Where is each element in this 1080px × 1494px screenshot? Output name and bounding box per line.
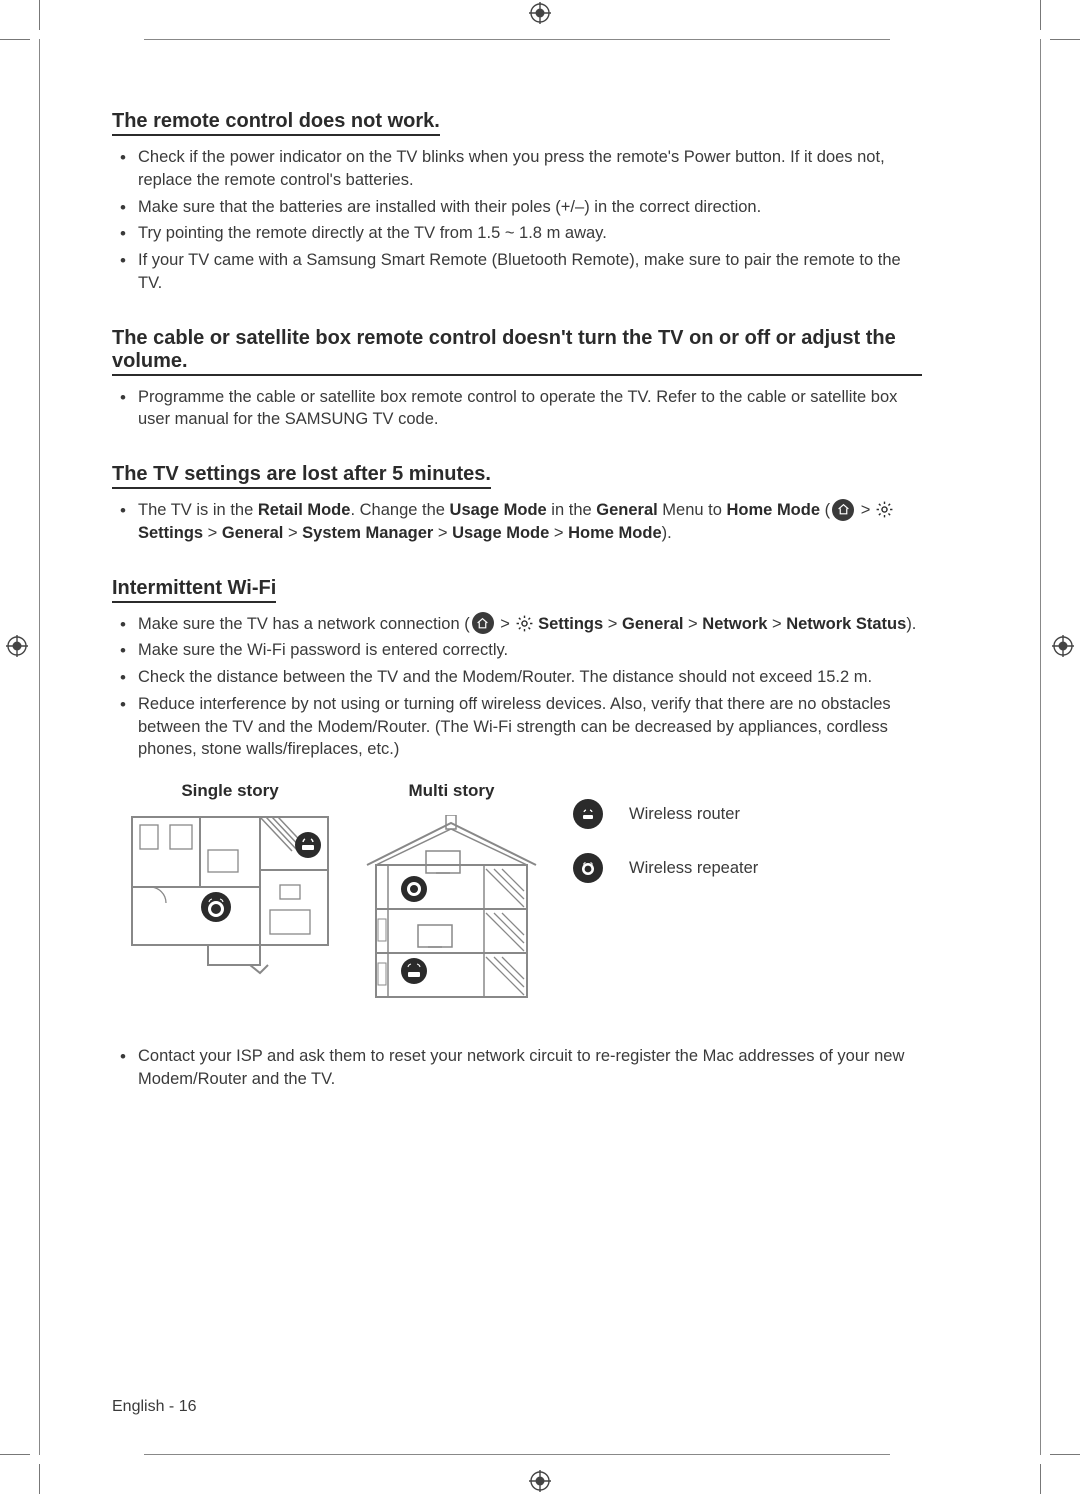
diagram-title: Single story bbox=[181, 781, 278, 801]
frame-line bbox=[1040, 39, 1041, 1455]
registration-mark-icon bbox=[6, 635, 28, 657]
section-wifi: Intermittent Wi-Fi Make sure the TV has … bbox=[112, 577, 922, 1091]
registration-mark-icon bbox=[529, 2, 551, 24]
list-item: Reduce interference by not using or turn… bbox=[138, 693, 922, 761]
heading-cable: The cable or satellite box remote contro… bbox=[112, 327, 922, 376]
text: > bbox=[433, 524, 452, 542]
list-item: Check if the power indicator on the TV b… bbox=[138, 146, 922, 192]
page-footer: English - 16 bbox=[112, 1398, 197, 1416]
home-icon bbox=[832, 499, 854, 521]
heading-wifi: Intermittent Wi-Fi bbox=[112, 577, 276, 603]
legend-label: Wireless router bbox=[629, 805, 740, 824]
text: . Change the bbox=[350, 501, 449, 519]
legend-label: Wireless repeater bbox=[629, 859, 758, 878]
heading-remote: The remote control does not work. bbox=[112, 110, 440, 136]
text-bold: Retail Mode bbox=[258, 501, 351, 519]
frame-line bbox=[144, 1454, 890, 1455]
crop-mark bbox=[0, 1454, 30, 1455]
text-bold: Settings bbox=[138, 524, 203, 542]
list-item: Try pointing the remote directly at the … bbox=[138, 222, 922, 245]
text: > bbox=[683, 615, 702, 633]
list-item: Make sure the Wi-Fi password is entered … bbox=[138, 639, 922, 662]
house-icon bbox=[364, 815, 539, 1005]
router-icon bbox=[573, 799, 603, 829]
text-bold: Network bbox=[702, 615, 767, 633]
text: > bbox=[203, 524, 222, 542]
crop-mark bbox=[39, 0, 40, 30]
frame-line bbox=[39, 39, 40, 1455]
text: > bbox=[767, 615, 786, 633]
text: The TV is in the bbox=[138, 501, 258, 519]
text: > bbox=[496, 615, 515, 633]
text-bold: General bbox=[222, 524, 283, 542]
diagram-row: Single story bbox=[112, 781, 922, 1005]
text: in the bbox=[547, 501, 597, 519]
text-bold: General bbox=[622, 615, 683, 633]
list-item: If your TV came with a Samsung Smart Rem… bbox=[138, 249, 922, 295]
section-remote: The remote control does not work. Check … bbox=[112, 110, 922, 295]
crop-mark bbox=[39, 1464, 40, 1494]
text-bold: Usage Mode bbox=[450, 501, 547, 519]
floorplan-icon bbox=[130, 815, 330, 975]
text: ). bbox=[906, 615, 916, 633]
text: ). bbox=[662, 524, 672, 542]
text-bold: Network Status bbox=[786, 615, 906, 633]
crop-mark bbox=[1040, 0, 1041, 30]
crop-mark bbox=[1050, 1454, 1080, 1455]
registration-mark-icon bbox=[1052, 635, 1074, 657]
list-item: Make sure the TV has a network connectio… bbox=[138, 613, 922, 636]
text: Make sure the TV has a network connectio… bbox=[138, 615, 470, 633]
list-item: Check the distance between the TV and th… bbox=[138, 666, 922, 689]
list-item: Make sure that the batteries are install… bbox=[138, 196, 922, 219]
legend: Wireless router Wireless repeater bbox=[573, 799, 758, 883]
section-tvsettings: The TV settings are lost after 5 minutes… bbox=[112, 463, 922, 545]
crop-mark bbox=[0, 39, 30, 40]
list-item: Programme the cable or satellite box rem… bbox=[138, 386, 922, 432]
heading-tvsettings: The TV settings are lost after 5 minutes… bbox=[112, 463, 491, 489]
diagram-multi-story: Multi story bbox=[364, 781, 539, 1005]
text-bold: Home Mode bbox=[727, 501, 821, 519]
text: > bbox=[603, 615, 622, 633]
legend-row-router: Wireless router bbox=[573, 799, 758, 829]
text: ( bbox=[820, 501, 830, 519]
list-item: Contact your ISP and ask them to reset y… bbox=[138, 1045, 922, 1091]
crop-mark bbox=[1050, 39, 1080, 40]
frame-line bbox=[144, 39, 890, 40]
crop-mark bbox=[1040, 1464, 1041, 1494]
text: > bbox=[549, 524, 568, 542]
registration-mark-icon bbox=[529, 1470, 551, 1492]
home-icon bbox=[472, 612, 494, 634]
text: Menu to bbox=[658, 501, 727, 519]
list-item: The TV is in the Retail Mode. Change the… bbox=[138, 499, 922, 545]
text: > bbox=[856, 501, 875, 519]
text-bold: Home Mode bbox=[568, 524, 662, 542]
section-cable: The cable or satellite box remote contro… bbox=[112, 327, 922, 432]
repeater-icon bbox=[573, 853, 603, 883]
diagram-single-story: Single story bbox=[130, 781, 330, 975]
gear-icon bbox=[515, 614, 534, 633]
text: > bbox=[283, 524, 302, 542]
text-bold: Usage Mode bbox=[452, 524, 549, 542]
diagram-title: Multi story bbox=[409, 781, 495, 801]
text-bold: Settings bbox=[534, 615, 604, 633]
page-content: The remote control does not work. Check … bbox=[112, 110, 922, 1095]
text-bold: General bbox=[596, 501, 657, 519]
legend-row-repeater: Wireless repeater bbox=[573, 853, 758, 883]
text-bold: System Manager bbox=[302, 524, 433, 542]
gear-icon bbox=[875, 500, 894, 519]
